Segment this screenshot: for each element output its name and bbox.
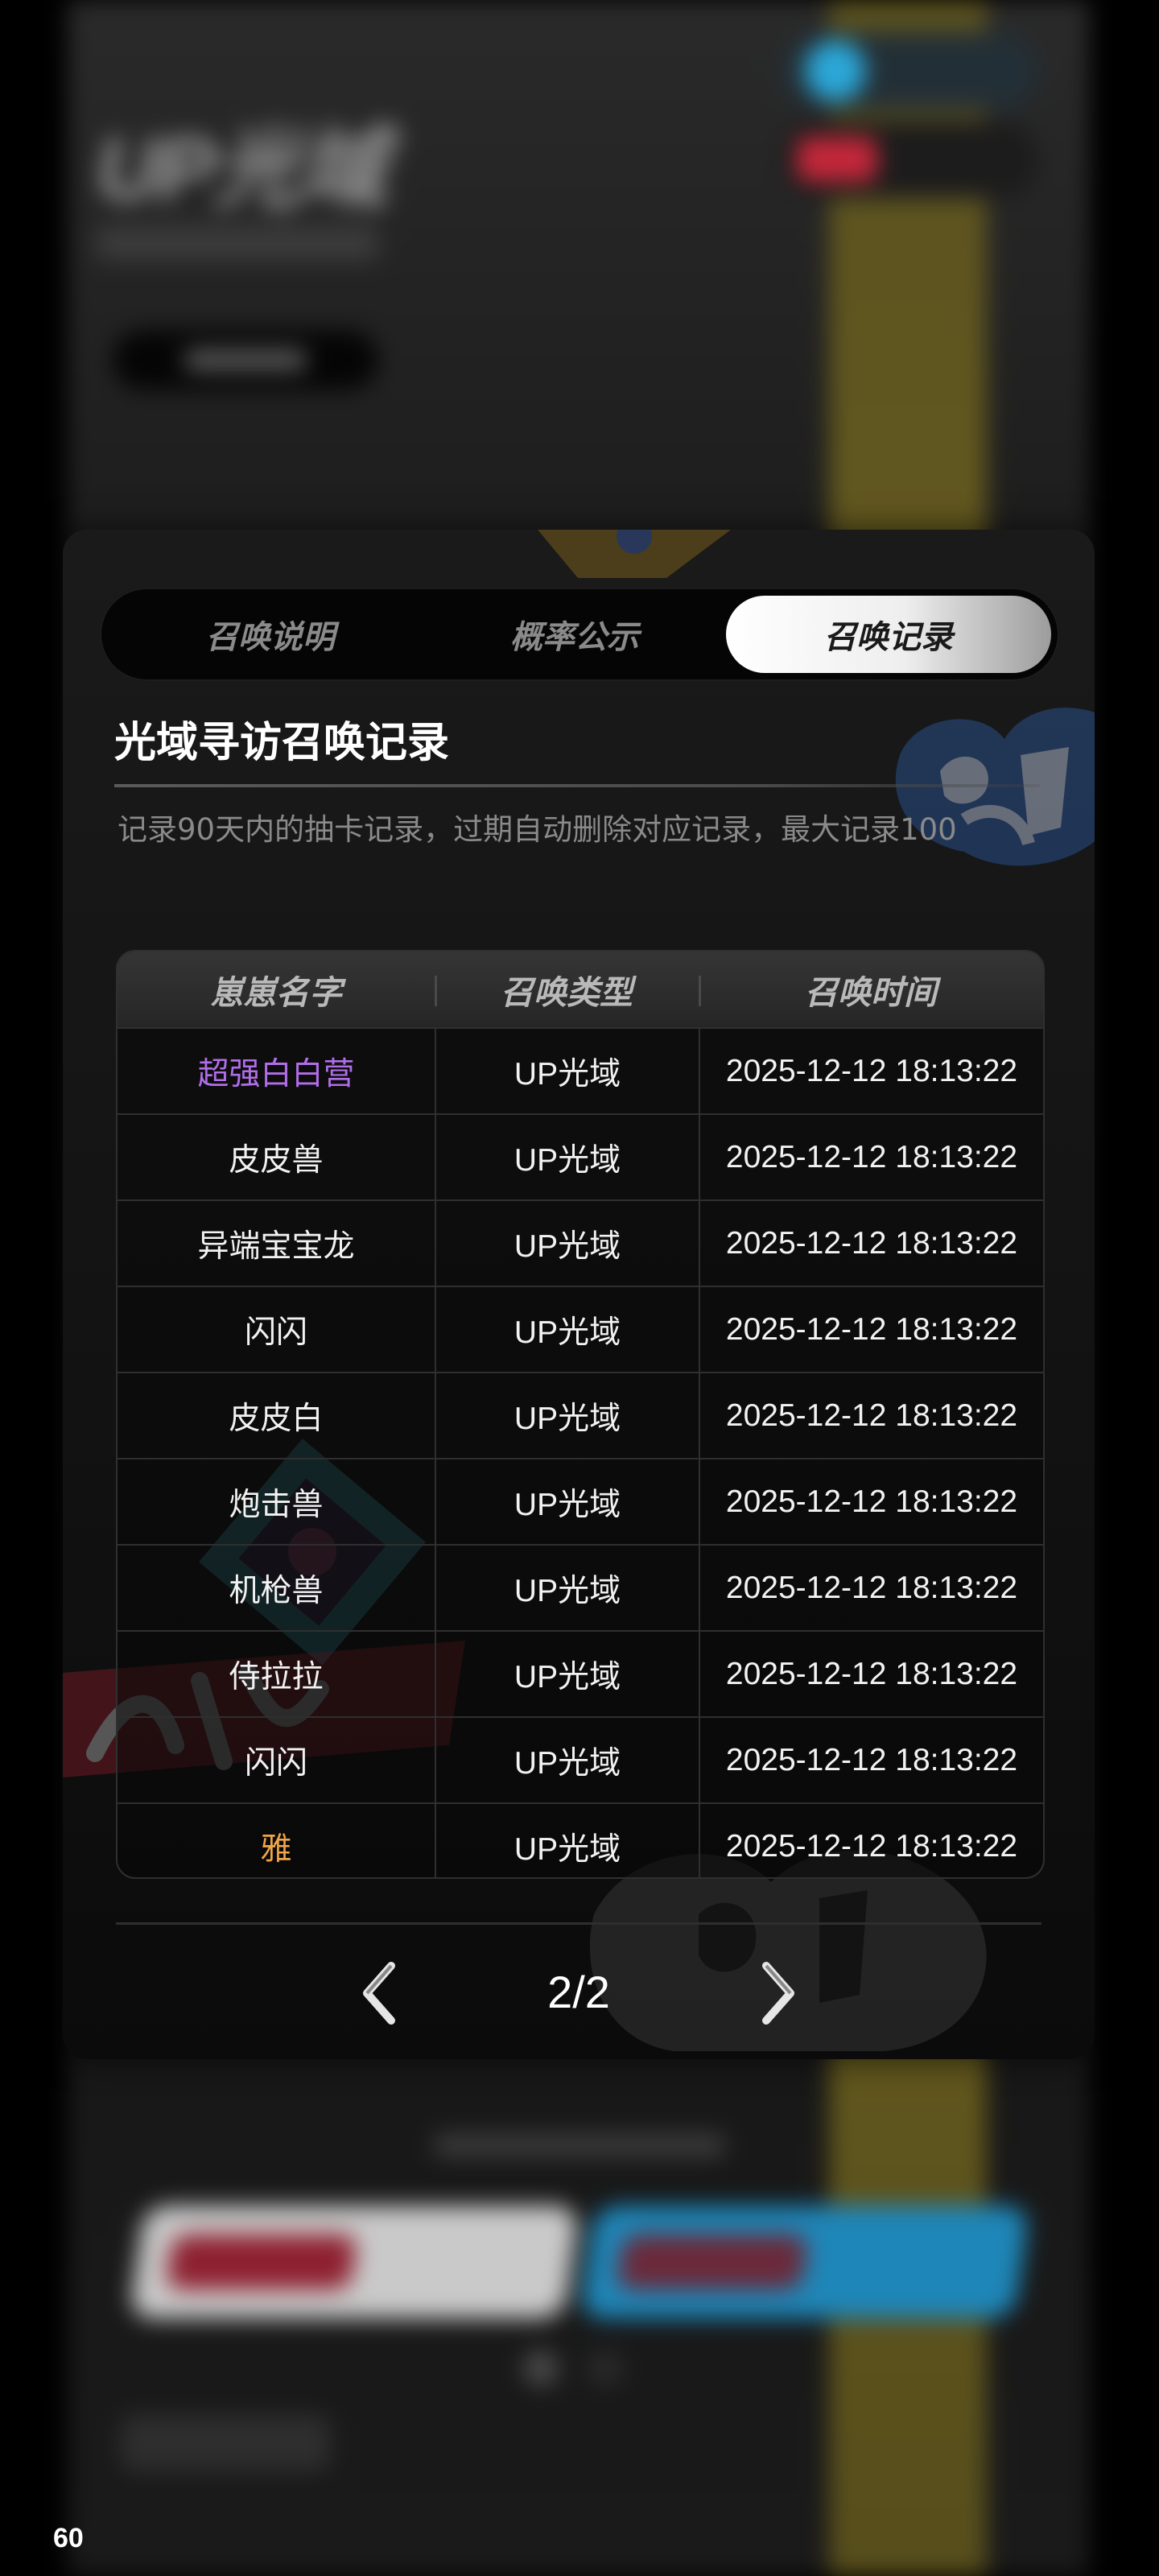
cell-time: 2025-12-12 18:13:22 <box>699 1201 1043 1286</box>
page-indicator: 2/2 <box>547 1966 610 2017</box>
tab-summon-info[interactable]: 召唤说明 <box>108 596 433 673</box>
cell-type: UP光域 <box>435 1373 699 1458</box>
background-page-dots <box>523 2343 636 2391</box>
cell-name: 炮击兽 <box>229 1486 324 1523</box>
cell-name: 皮皮白 <box>229 1400 324 1437</box>
tab-probability[interactable]: 概率公示 <box>412 596 737 673</box>
cell-type: UP光域 <box>435 1029 699 1113</box>
page: UP光域 召唤说明 概率公示 召唤记录 光域寻访召唤记录 记录90天内的抽卡记录… <box>0 0 1159 2576</box>
cell-time: 2025-12-12 18:13:22 <box>699 1546 1043 1630</box>
cell-time: 2025-12-12 18:13:22 <box>699 1459 1043 1544</box>
background-bottom-bar <box>435 2133 724 2157</box>
background-pill <box>113 330 378 390</box>
cell-name: 机枪兽 <box>229 1572 324 1609</box>
table-header: 崽崽名字 召唤类型 召唤时间 <box>118 952 1043 1027</box>
table-row: 闪闪 UP光域 2025-12-12 18:13:22 <box>118 1286 1043 1372</box>
record-notice: 记录90天内的抽卡记录，过期自动删除对应记录，最大记录100 <box>118 812 957 847</box>
pager-divider <box>116 1922 1041 1925</box>
table-row: 皮皮兽 UP光域 2025-12-12 18:13:22 <box>118 1113 1043 1199</box>
table-row: 异端宝宝龙 UP光域 2025-12-12 18:13:22 <box>118 1199 1043 1286</box>
table-row: 雅 UP光域 2025-12-12 18:13:22 <box>118 1802 1043 1877</box>
cell-type: UP光域 <box>435 1804 699 1877</box>
record-table: 崽崽名字 召唤类型 召唤时间 超强白白营 UP光域 2025-12-12 18:13… <box>116 950 1045 1879</box>
fps-counter: 60 <box>53 2523 84 2553</box>
cell-name: 闪闪 <box>244 1744 307 1781</box>
cell-type: UP光域 <box>435 1632 699 1716</box>
cell-type: UP光域 <box>435 1115 699 1199</box>
background-logo: UP光域 <box>97 120 387 219</box>
page-title: 光域寻访召唤记录 <box>114 719 450 767</box>
cell-time: 2025-12-12 18:13:22 <box>699 1115 1043 1199</box>
cell-type: UP光域 <box>435 1287 699 1372</box>
tab-summon-record[interactable]: 召唤记录 <box>726 596 1051 673</box>
table-row: 闪闪 UP光域 2025-12-12 18:13:22 <box>118 1716 1043 1802</box>
cell-name: 超强白白营 <box>197 1055 355 1092</box>
table-row: 炮击兽 UP光域 2025-12-12 18:13:22 <box>118 1458 1043 1544</box>
table-row: 皮皮白 UP光域 2025-12-12 18:13:22 <box>118 1372 1043 1458</box>
cell-name: 闪闪 <box>244 1314 307 1351</box>
cell-time: 2025-12-12 18:13:22 <box>699 1718 1043 1802</box>
table-body: 超强白白营 UP光域 2025-12-12 18:13:22 皮皮兽 UP光域 2025-… <box>118 1027 1043 1877</box>
decorative-graffiti-icon <box>895 708 1095 866</box>
cell-name: 雅 <box>260 1831 292 1868</box>
summon-record-modal: 召唤说明 概率公示 召唤记录 光域寻访召唤记录 记录90天内的抽卡记录，过期自动… <box>63 530 1095 2059</box>
background-subtitle-block <box>97 225 378 261</box>
cell-type: UP光域 <box>435 1459 699 1544</box>
cell-time: 2025-12-12 18:13:22 <box>699 1373 1043 1458</box>
background-summon-ten-card <box>580 2206 1030 2318</box>
cell-time: 2025-12-12 18:13:22 <box>699 1287 1043 1372</box>
cell-type: UP光域 <box>435 1718 699 1802</box>
cell-type: UP光域 <box>435 1201 699 1286</box>
background-summon-once-card <box>129 2206 580 2318</box>
chevron-left-icon[interactable] <box>353 1961 409 2025</box>
chevron-right-icon[interactable] <box>749 1961 805 2025</box>
cell-time: 2025-12-12 18:13:22 <box>699 1804 1043 1877</box>
column-header-name: 崽崽名字 <box>210 973 342 1012</box>
cell-name: 侍拉拉 <box>229 1658 324 1695</box>
background-currency-button <box>781 32 1038 109</box>
decorative-top-shape <box>538 530 731 578</box>
cell-name: 皮皮兽 <box>229 1141 324 1179</box>
cell-time: 2025-12-12 18:13:22 <box>699 1029 1043 1113</box>
title-divider <box>114 784 1040 787</box>
column-header-time: 召唤时间 <box>805 974 937 1011</box>
cell-type: UP光域 <box>435 1546 699 1630</box>
pagination: 2/2 <box>63 1946 1095 2035</box>
table-row: 超强白白营 UP光域 2025-12-12 18:13:22 <box>118 1027 1043 1113</box>
column-header-type: 召唤类型 <box>501 974 633 1011</box>
tab-bar: 召唤说明 概率公示 召唤记录 <box>100 588 1059 681</box>
cell-time: 2025-12-12 18:13:22 <box>699 1632 1043 1716</box>
background-ticket-button <box>781 121 1038 198</box>
background-footer-block <box>121 2415 330 2471</box>
table-row: 机枪兽 UP光域 2025-12-12 18:13:22 <box>118 1544 1043 1630</box>
table-row: 侍拉拉 UP光域 2025-12-12 18:13:22 <box>118 1630 1043 1716</box>
cell-name: 异端宝宝龙 <box>197 1228 355 1265</box>
